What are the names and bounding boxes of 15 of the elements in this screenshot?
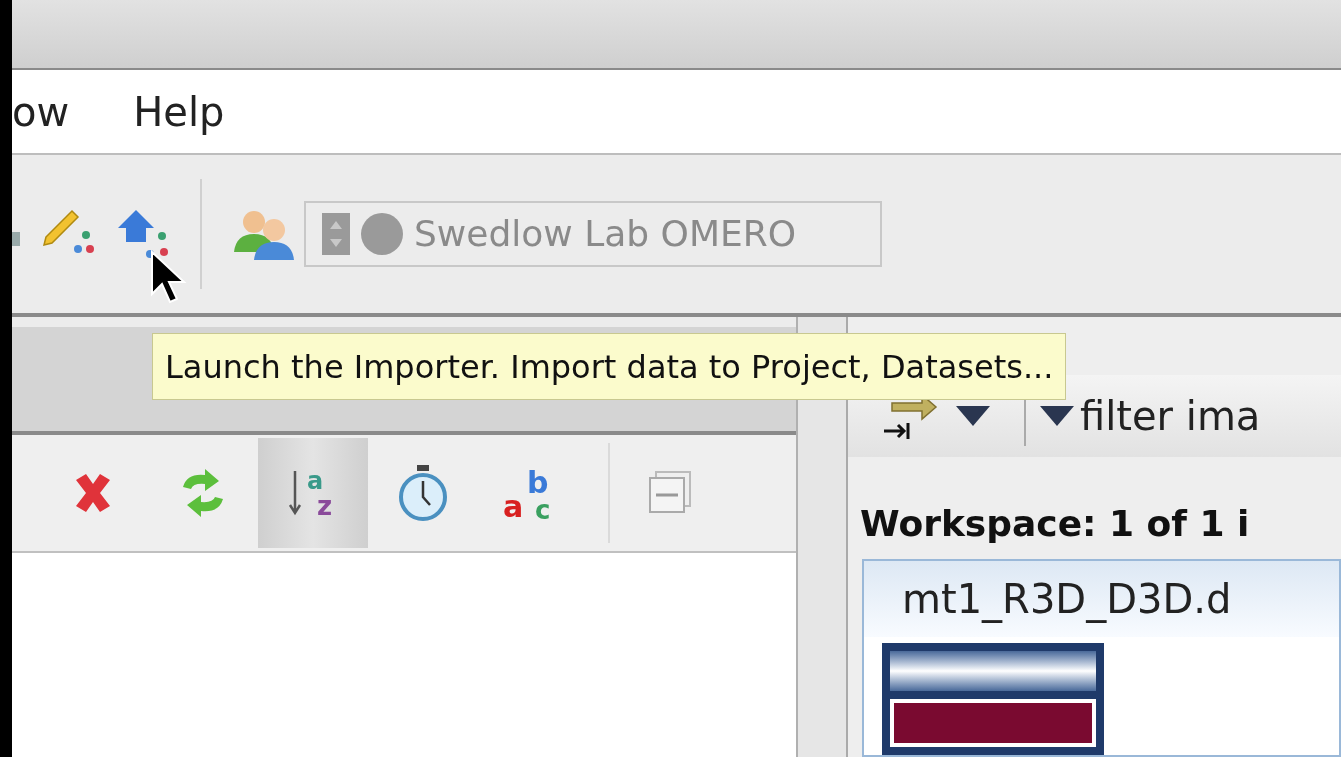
stepper-icon xyxy=(322,213,350,255)
status-circle-icon xyxy=(360,212,404,256)
thumbnail-title: mt1_R3D_D3D.d xyxy=(864,561,1339,637)
workspace-label: Workspace: 1 of 1 i xyxy=(859,502,1251,546)
toolbar-button[interactable]: a z xyxy=(258,438,368,548)
image-thumbnail[interactable] xyxy=(882,643,1104,755)
spell-check-icon: b a c xyxy=(501,463,565,523)
server-name: Swedlow Lab OMERO xyxy=(414,212,797,256)
toolbar-button[interactable]: b a c xyxy=(478,438,588,548)
tooltip: Launch the Importer. Import data to Project, Datasets... xyxy=(152,333,1067,400)
menu-item[interactable]: Help xyxy=(133,81,225,142)
menu-item[interactable]: ow xyxy=(12,81,70,142)
caret-icon[interactable] xyxy=(956,406,990,426)
caret-icon xyxy=(1040,406,1074,426)
stopwatch-icon xyxy=(397,463,449,523)
